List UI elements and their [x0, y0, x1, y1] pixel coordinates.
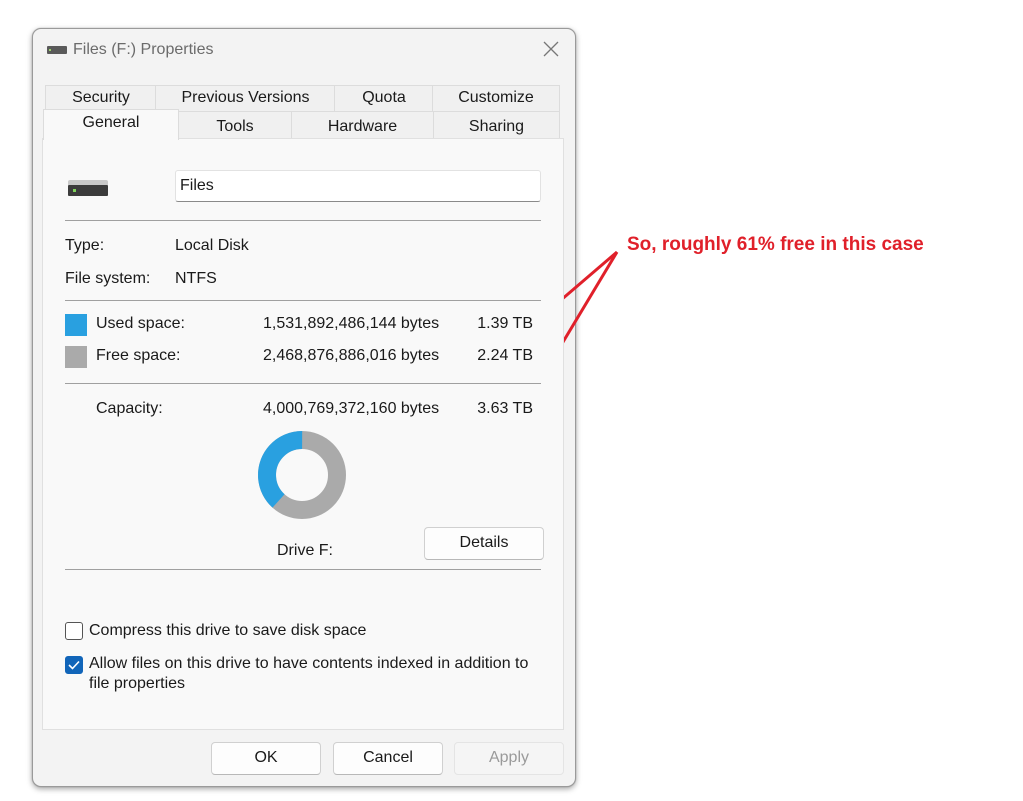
- tab-general[interactable]: General: [43, 109, 179, 140]
- used-space-size: 1.39 TB: [477, 315, 533, 332]
- index-checkbox[interactable]: [65, 656, 83, 674]
- type-label: Type:: [65, 237, 105, 254]
- divider: [65, 220, 541, 221]
- compress-checkbox[interactable]: [65, 622, 83, 640]
- free-space-label: Free space:: [96, 347, 181, 364]
- file-system-label: File system:: [65, 270, 151, 287]
- capacity-label: Capacity:: [96, 400, 163, 417]
- usage-donut-chart: [258, 431, 346, 519]
- general-tab-panel: Files Type: Local Disk File system: NTFS…: [42, 138, 564, 730]
- capacity-size: 3.63 TB: [477, 400, 533, 417]
- index-label-line1: Allow files on this drive to have conten…: [89, 655, 529, 672]
- used-space-swatch: [65, 314, 87, 336]
- drive-name-input[interactable]: Files: [175, 170, 541, 202]
- drive-label: Drive F:: [277, 542, 333, 559]
- free-space-swatch: [65, 346, 87, 368]
- checkmark-icon: [68, 660, 80, 670]
- hard-drive-icon: [68, 180, 108, 196]
- divider: [65, 300, 541, 301]
- details-button[interactable]: Details: [424, 527, 544, 560]
- used-space-label: Used space:: [96, 315, 185, 332]
- divider: [65, 569, 541, 570]
- free-space-bytes: 2,468,876,886,016 bytes: [263, 347, 440, 364]
- compress-label: Compress this drive to save disk space: [89, 622, 367, 639]
- file-system-value: NTFS: [175, 270, 217, 287]
- free-space-size: 2.24 TB: [477, 347, 533, 364]
- properties-dialog: Files (F:) Properties Security Previous …: [32, 28, 576, 787]
- used-space-bytes: 1,531,892,486,144 bytes: [263, 315, 440, 332]
- index-label-line2: file properties: [89, 675, 186, 692]
- divider: [65, 383, 541, 384]
- type-value: Local Disk: [175, 237, 249, 254]
- capacity-bytes: 4,000,769,372,160 bytes: [263, 400, 440, 417]
